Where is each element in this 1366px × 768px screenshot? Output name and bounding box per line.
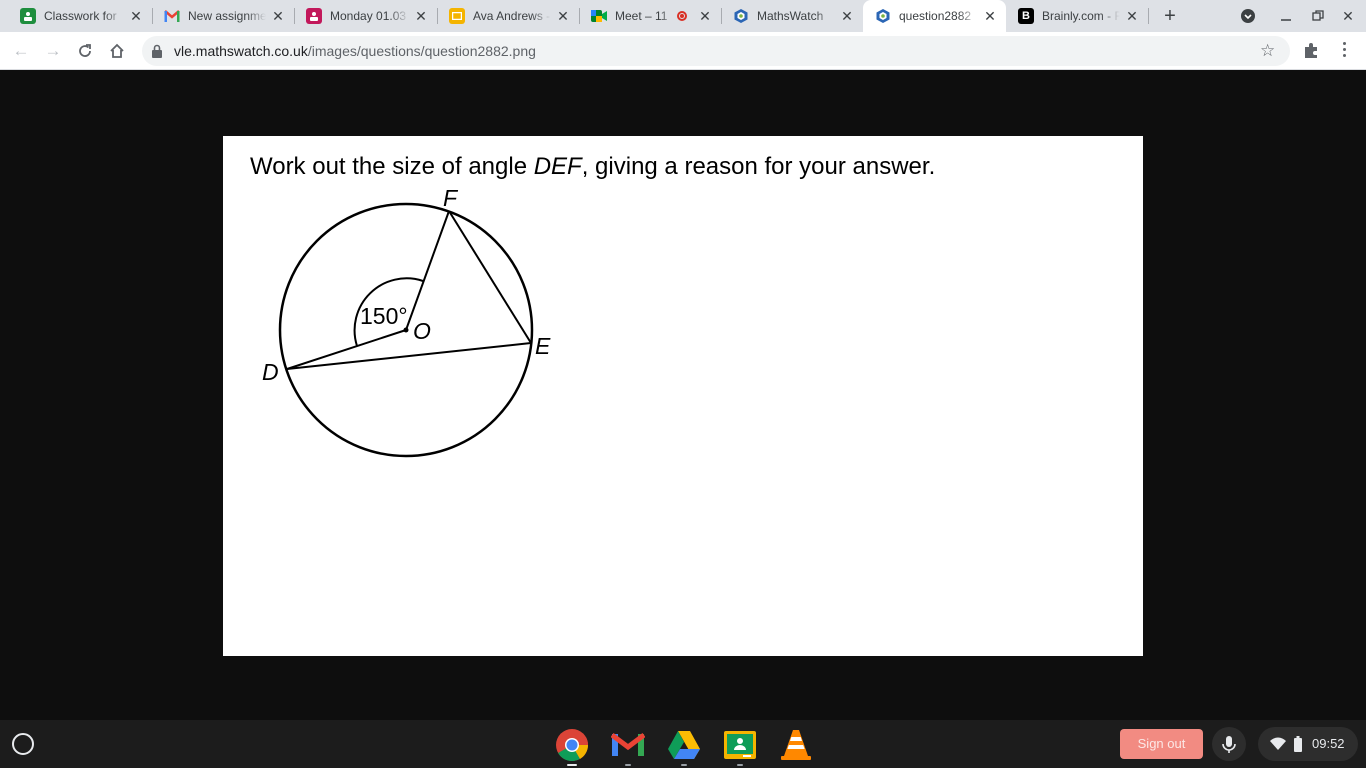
close-icon[interactable]: ✕ xyxy=(413,8,429,24)
more-menu-icon[interactable] xyxy=(1338,40,1350,62)
chord-ef xyxy=(448,210,532,344)
restore-icon[interactable] xyxy=(1308,6,1328,26)
google-drive-icon xyxy=(668,731,700,759)
mathswatch-icon xyxy=(733,8,749,24)
new-tab-plus-icon[interactable]: + xyxy=(1159,5,1181,27)
battery-icon xyxy=(1294,736,1302,752)
vlc-cone-icon xyxy=(781,730,811,760)
home-icon[interactable] xyxy=(106,40,128,62)
recording-icon xyxy=(677,11,687,21)
question-image: Work out the size of angle DEF, giving a… xyxy=(223,136,1143,656)
microphone-icon xyxy=(1222,736,1236,753)
tab-title: New assignment xyxy=(188,9,266,23)
tab-title: question2882 xyxy=(899,9,972,23)
radius-of xyxy=(405,210,450,331)
tab-title: Classwork for xyxy=(44,9,117,23)
label-e: E xyxy=(535,333,551,359)
wifi-icon xyxy=(1270,737,1286,750)
tab-title: Meet – 11 xyxy=(615,9,668,23)
mathswatch-icon xyxy=(875,8,891,24)
close-icon[interactable]: ✕ xyxy=(128,8,144,24)
gmail-icon xyxy=(164,8,180,24)
brainly-icon: B xyxy=(1018,8,1034,24)
label-f: F xyxy=(443,185,459,211)
vlc-app[interactable] xyxy=(779,728,813,762)
close-icon[interactable]: ✕ xyxy=(1124,8,1140,24)
os-shelf: Sign out 09:52 xyxy=(0,720,1366,768)
tab-mathswatch[interactable]: MathsWatch ✕ xyxy=(721,0,863,32)
page-viewport: Work out the size of angle DEF, giving a… xyxy=(0,71,1366,720)
tab-brainly[interactable]: B Brainly.com - F ✕ xyxy=(1006,0,1148,32)
running-indicator xyxy=(681,764,687,766)
google-drive-app[interactable] xyxy=(667,728,701,766)
extensions-puzzle-icon[interactable] xyxy=(1302,40,1322,60)
tab-search-icon[interactable] xyxy=(1238,6,1258,26)
forward-arrow-icon[interactable]: → xyxy=(42,40,64,62)
tab-title: Brainly.com - F xyxy=(1042,9,1120,23)
label-d: D xyxy=(262,359,279,385)
running-indicator xyxy=(567,764,577,766)
bookmark-star-icon[interactable]: ☆ xyxy=(1260,41,1275,61)
tab-title: Monday 01.03 xyxy=(330,9,407,23)
minimize-icon[interactable] xyxy=(1276,6,1296,26)
tab-ava-andrews[interactable]: Ava Andrews - ✕ xyxy=(437,0,579,32)
running-indicator xyxy=(737,764,743,766)
reload-icon[interactable] xyxy=(74,40,96,62)
circle-theorem-diagram: 150° F O D E xyxy=(262,185,551,458)
tab-meet[interactable]: Meet – 11 ✕ xyxy=(579,0,721,32)
clock-time: 09:52 xyxy=(1312,736,1345,751)
url-text[interactable]: vle.mathswatch.co.uk/images/questions/qu… xyxy=(174,43,536,59)
tab-monday[interactable]: Monday 01.03 ✕ xyxy=(294,0,437,32)
address-bar[interactable]: vle.mathswatch.co.uk/images/questions/qu… xyxy=(142,36,1290,66)
google-classroom-icon xyxy=(20,8,36,24)
chrome-app[interactable] xyxy=(555,728,589,766)
angle-label: 150° xyxy=(360,303,408,329)
tab-strip: Classwork for ✕ New assignment ✕ Monday … xyxy=(0,0,1366,32)
url-path: /images/questions/question2882.png xyxy=(307,43,536,59)
google-classroom-icon xyxy=(724,731,756,759)
microphone-button[interactable] xyxy=(1212,727,1246,761)
google-slides-icon xyxy=(449,8,465,24)
google-classroom-app[interactable] xyxy=(723,728,757,766)
close-window-icon[interactable]: ✕ xyxy=(1338,6,1358,26)
tab-question2882[interactable]: question2882 ✕ xyxy=(863,0,1006,32)
google-meet-icon xyxy=(591,8,607,24)
close-icon[interactable]: ✕ xyxy=(839,8,855,24)
tab-title: Ava Andrews - xyxy=(473,9,551,23)
tab-classwork[interactable]: Classwork for ✕ xyxy=(0,0,152,32)
running-indicator xyxy=(625,764,631,766)
launcher-icon[interactable] xyxy=(12,733,34,755)
status-tray[interactable]: 09:52 xyxy=(1258,727,1358,761)
browser-toolbar: ← → vle.mathswatch.co.uk/images/question… xyxy=(0,32,1366,70)
back-arrow-icon[interactable]: ← xyxy=(10,40,32,62)
close-icon[interactable]: ✕ xyxy=(697,8,713,24)
label-o: O xyxy=(413,318,431,344)
close-icon[interactable]: ✕ xyxy=(555,8,571,24)
tab-gmail[interactable]: New assignment ✕ xyxy=(152,0,294,32)
tab-title: MathsWatch xyxy=(757,9,824,23)
url-host: vle.mathswatch.co.uk xyxy=(174,43,308,59)
gmail-icon xyxy=(610,733,646,756)
tab-separator xyxy=(1148,8,1149,24)
close-icon[interactable]: ✕ xyxy=(270,8,286,24)
lock-icon[interactable] xyxy=(152,44,162,58)
google-classroom-icon xyxy=(306,8,322,24)
sign-out-button[interactable]: Sign out xyxy=(1120,729,1203,759)
gmail-app[interactable] xyxy=(610,728,646,766)
close-icon[interactable]: ✕ xyxy=(982,8,998,24)
chrome-icon xyxy=(556,729,589,762)
